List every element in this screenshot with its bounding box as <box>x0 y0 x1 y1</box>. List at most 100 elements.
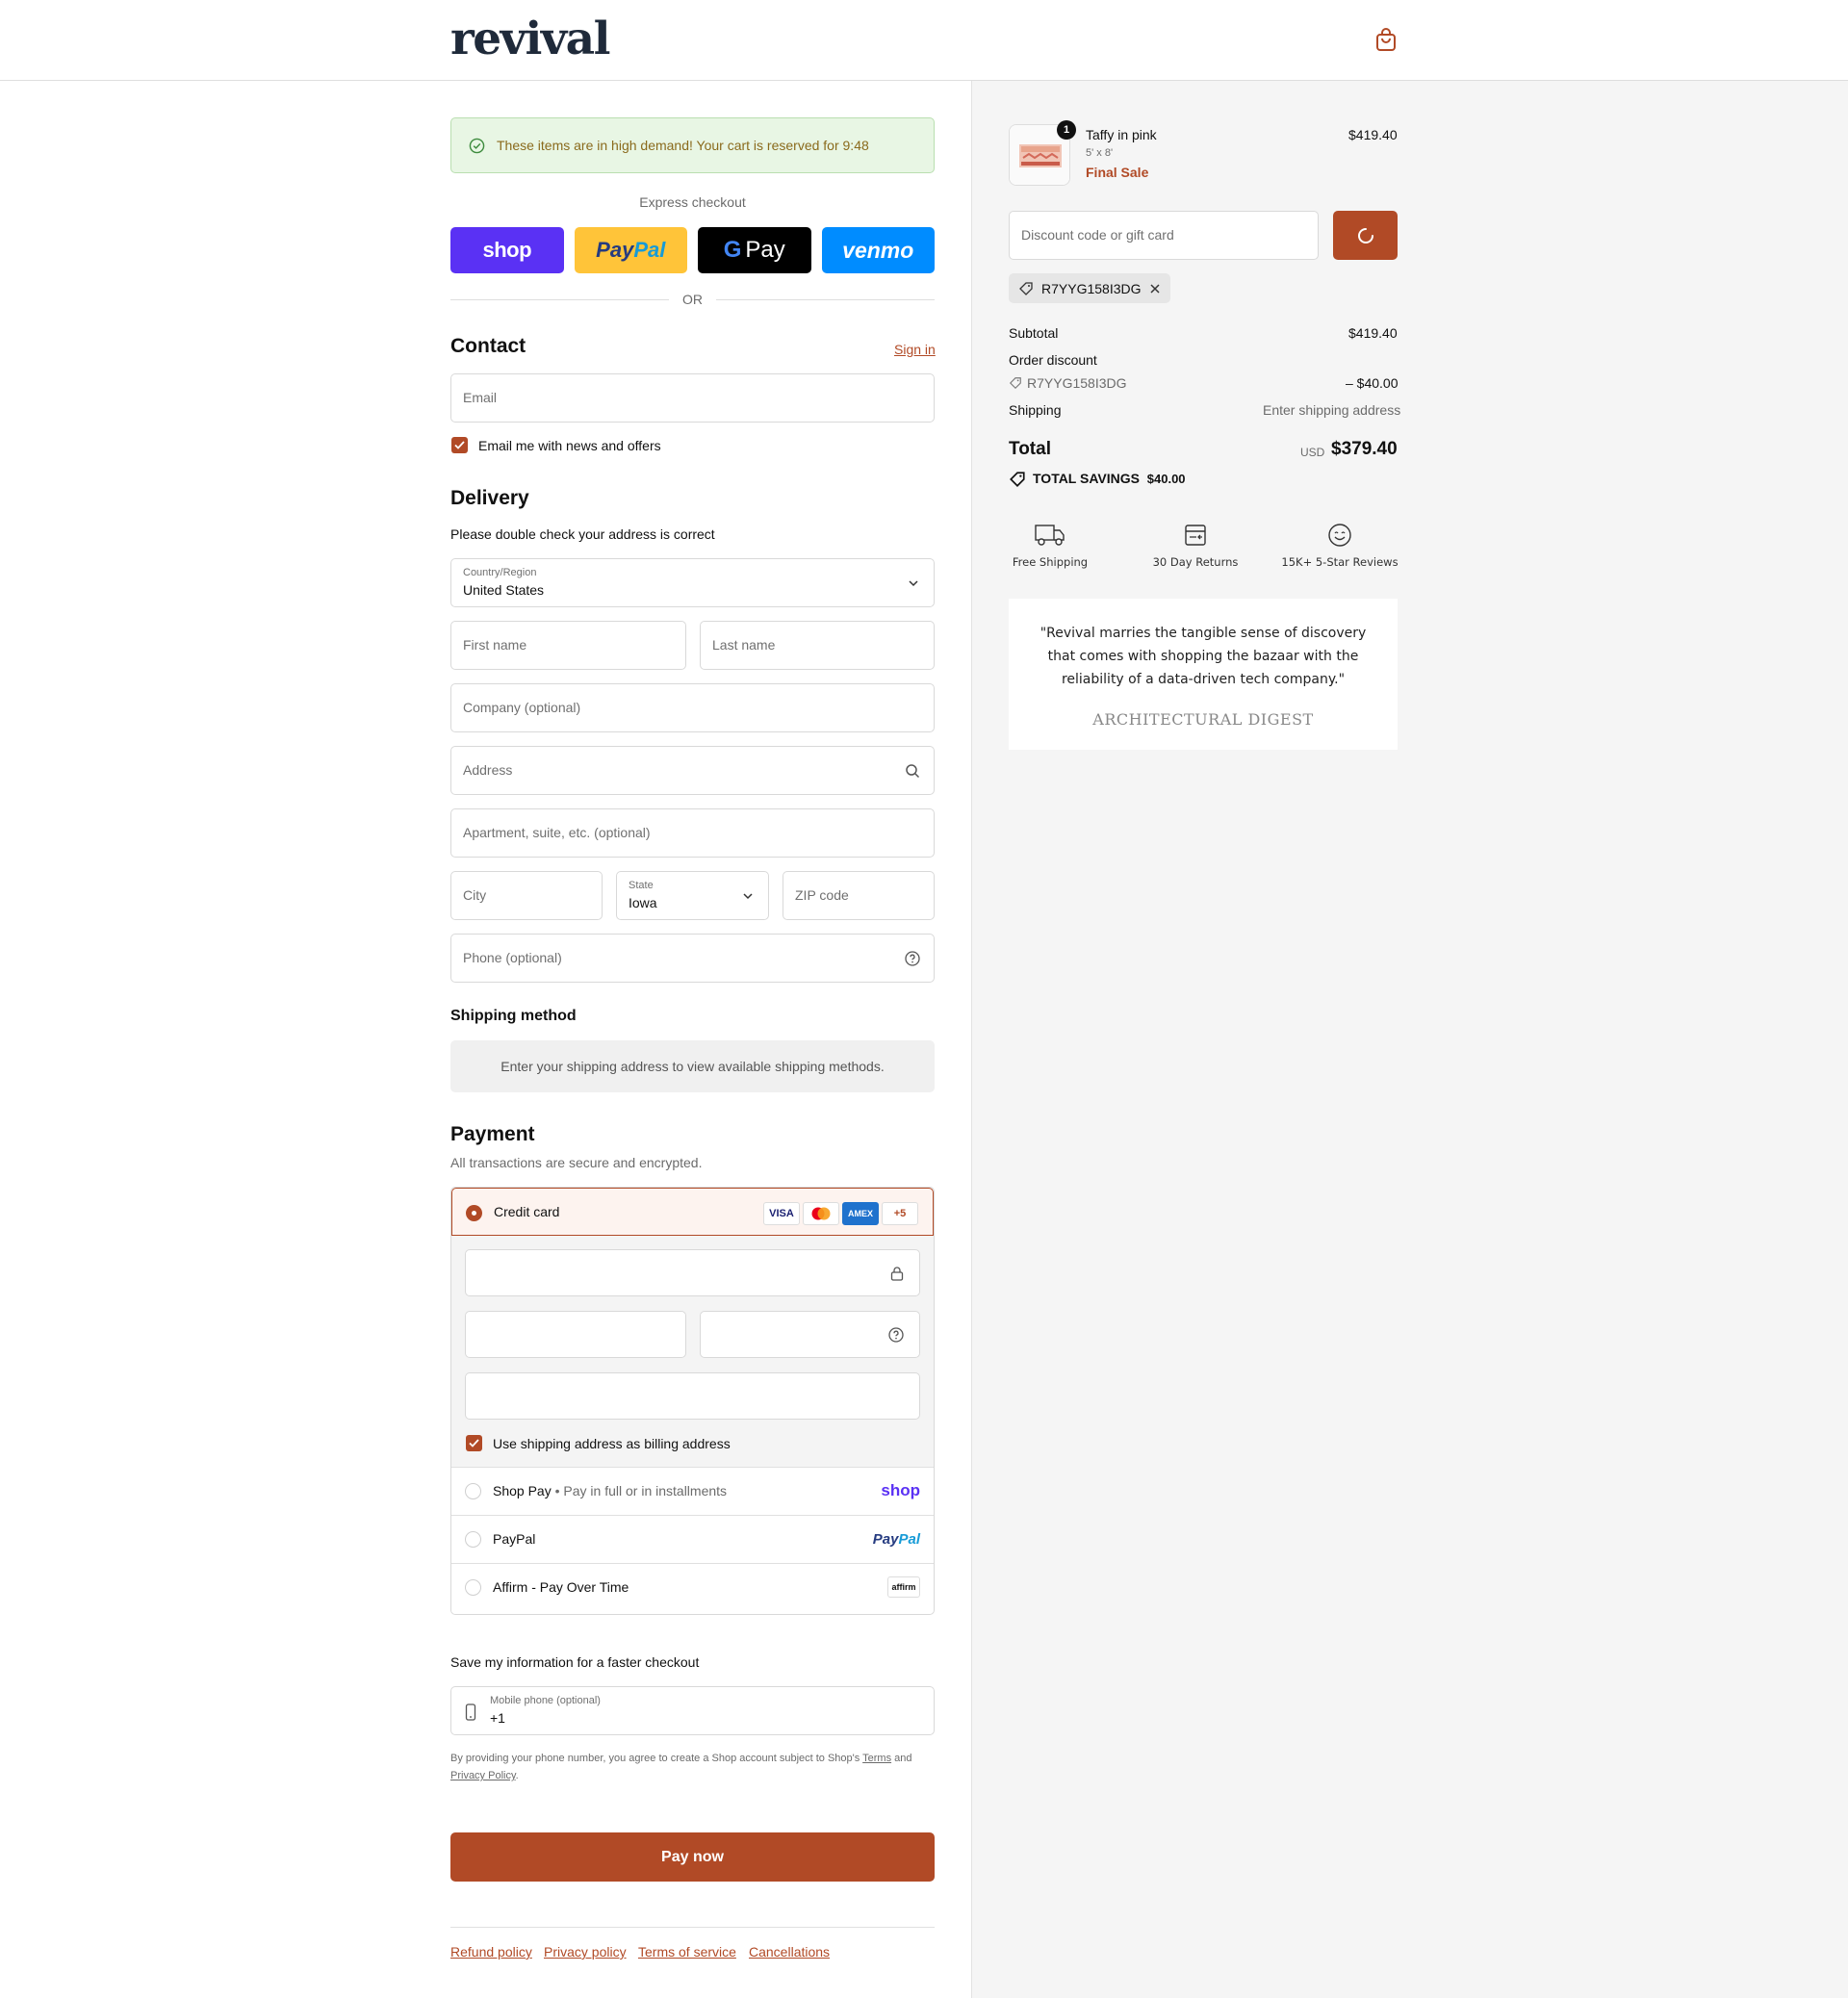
tag-icon <box>1019 281 1033 295</box>
state-value: Iowa <box>629 895 657 910</box>
perk-free-shipping: Free Shipping <box>983 523 1117 571</box>
newsletter-label: Email me with news and offers <box>478 438 661 453</box>
apply-discount-button[interactable] <box>1333 211 1398 260</box>
shop-pay-option[interactable]: Shop Pay • Pay in full or in installment… <box>451 1468 934 1516</box>
first-name-field[interactable]: First name <box>450 621 686 670</box>
privacy-policy-footer-link[interactable]: Privacy policy <box>544 1944 627 1960</box>
email-placeholder: Email <box>463 390 498 405</box>
product-size: 5' x 8' <box>1086 147 1114 159</box>
chevron-down-icon <box>743 893 753 900</box>
help-circle-icon[interactable] <box>888 1327 904 1343</box>
state-label: State <box>629 880 654 891</box>
cancellations-link[interactable]: Cancellations <box>749 1944 830 1960</box>
shop-pay-logo: shop <box>482 238 532 262</box>
more-cards-badge: +5 <box>882 1202 918 1225</box>
delivery-heading: Delivery <box>450 487 529 509</box>
shop-pay-name: Shop Pay <box>493 1483 552 1498</box>
close-icon[interactable] <box>1149 283 1161 295</box>
sign-in-link[interactable]: Sign in <box>894 342 936 357</box>
chevron-down-icon <box>909 580 918 587</box>
applied-discount-chip: R7YYG158I3DG <box>1009 273 1170 303</box>
paypal-button[interactable]: Pay Pal <box>574 227 687 273</box>
shop-pay-button[interactable]: shop <box>450 227 564 273</box>
mobile-phone-field[interactable]: Mobile phone (optional) +1 <box>450 1686 935 1735</box>
amex-icon: AMEX <box>842 1202 879 1225</box>
terms-of-service-link[interactable]: Terms of service <box>638 1944 736 1960</box>
discount-amount: – $40.00 <box>1346 375 1399 391</box>
shopping-bag-icon[interactable] <box>1374 27 1398 52</box>
email-field[interactable]: Email <box>450 373 935 423</box>
total-label: Total <box>1009 439 1051 459</box>
perk-label: Free Shipping <box>1012 555 1089 569</box>
shop-pay-radio[interactable] <box>465 1483 481 1499</box>
discount-code-field[interactable]: Discount code or gift card <box>1009 211 1319 260</box>
architectural-digest-logo: ARCHITECTURAL DIGEST <box>1092 710 1314 729</box>
testimonial-quote: "Revival marries the tangible sense of d… <box>1040 626 1367 687</box>
credit-card-option[interactable]: Credit card VISA AMEX +5 <box>451 1188 934 1236</box>
visa-icon: VISA <box>763 1202 800 1225</box>
address-field[interactable]: Address <box>450 746 935 795</box>
paypal-logo-pal: Pal <box>633 238 666 262</box>
credit-card-radio[interactable] <box>466 1205 482 1221</box>
state-select[interactable]: State Iowa <box>616 871 769 920</box>
phone-field[interactable]: Phone (optional) <box>450 934 935 983</box>
address-note: Please double check your address is corr… <box>450 526 715 542</box>
city-field[interactable]: City <box>450 871 603 920</box>
credit-card-label: Credit card <box>494 1204 560 1219</box>
search-icon <box>906 764 920 779</box>
apartment-field[interactable]: Apartment, suite, etc. (optional) <box>450 808 935 858</box>
discount-placeholder: Discount code or gift card <box>1021 227 1174 243</box>
cart-reserved-banner: These items are in high demand! Your car… <box>450 117 935 173</box>
shop-pay-subtext: Pay in full or in installments <box>563 1483 728 1498</box>
google-pay-label: Pay <box>745 237 785 263</box>
product-price: $419.40 <box>1348 127 1398 142</box>
contact-heading: Contact <box>450 335 526 357</box>
last-name-field[interactable]: Last name <box>700 621 935 670</box>
address-placeholder: Address <box>463 762 513 778</box>
zip-field[interactable]: ZIP code <box>783 871 935 920</box>
expiration-date-field[interactable] <box>465 1311 686 1358</box>
privacy-policy-link[interactable]: Privacy Policy <box>450 1770 516 1781</box>
google-pay-button[interactable]: G Pay <box>698 227 811 273</box>
shop-pay-option-label: Shop Pay • Pay in full or in installment… <box>493 1483 727 1498</box>
total-value: $379.40 <box>1331 439 1398 459</box>
checkmark-icon <box>454 441 465 449</box>
first-name-placeholder: First name <box>463 637 527 653</box>
payment-subtitle: All transactions are secure and encrypte… <box>450 1155 703 1170</box>
paypal-radio[interactable] <box>465 1531 481 1548</box>
footer-divider <box>450 1927 935 1928</box>
shipping-label: Shipping <box>1009 402 1062 418</box>
card-number-field[interactable] <box>465 1249 920 1296</box>
perk-returns: 30 Day Returns <box>1128 523 1263 571</box>
company-field[interactable]: Company (optional) <box>450 683 935 732</box>
pay-now-button[interactable]: Pay now <box>450 1832 935 1882</box>
security-code-field[interactable] <box>700 1311 920 1358</box>
affirm-option-label: Affirm - Pay Over Time <box>493 1579 629 1595</box>
affirm-radio[interactable] <box>465 1579 481 1596</box>
newsletter-checkbox[interactable] <box>451 437 468 453</box>
return-box-icon <box>1185 525 1206 546</box>
venmo-logo: venmo <box>842 237 914 263</box>
subtotal-label: Subtotal <box>1009 325 1059 341</box>
paypal-option-label: PayPal <box>493 1531 536 1547</box>
order-summary-panel <box>971 81 1848 1998</box>
order-discount-label: Order discount <box>1009 352 1097 368</box>
brand-logo[interactable]: revival <box>450 13 610 65</box>
bullet-separator: • <box>554 1483 560 1498</box>
affirm-logo: affirm <box>887 1576 920 1598</box>
help-circle-icon[interactable] <box>905 951 920 966</box>
zip-placeholder: ZIP code <box>795 887 849 903</box>
refund-policy-link[interactable]: Refund policy <box>450 1944 532 1960</box>
paypal-option[interactable]: PayPal PayPal <box>451 1516 934 1564</box>
terms-link[interactable]: Terms <box>862 1753 891 1764</box>
or-divider: OR <box>450 291 935 308</box>
smiley-icon <box>1328 524 1351 547</box>
name-on-card-field[interactable] <box>465 1372 920 1420</box>
venmo-button[interactable]: venmo <box>821 227 935 273</box>
country-select[interactable]: Country/Region United States <box>450 558 935 607</box>
checkmark-icon <box>469 1439 479 1447</box>
banner-text: These items are in high demand! Your car… <box>497 138 869 153</box>
billing-address-checkbox[interactable] <box>466 1435 482 1451</box>
affirm-option[interactable]: Affirm - Pay Over Time affirm <box>451 1564 934 1612</box>
billing-address-label: Use shipping address as billing address <box>493 1436 731 1451</box>
